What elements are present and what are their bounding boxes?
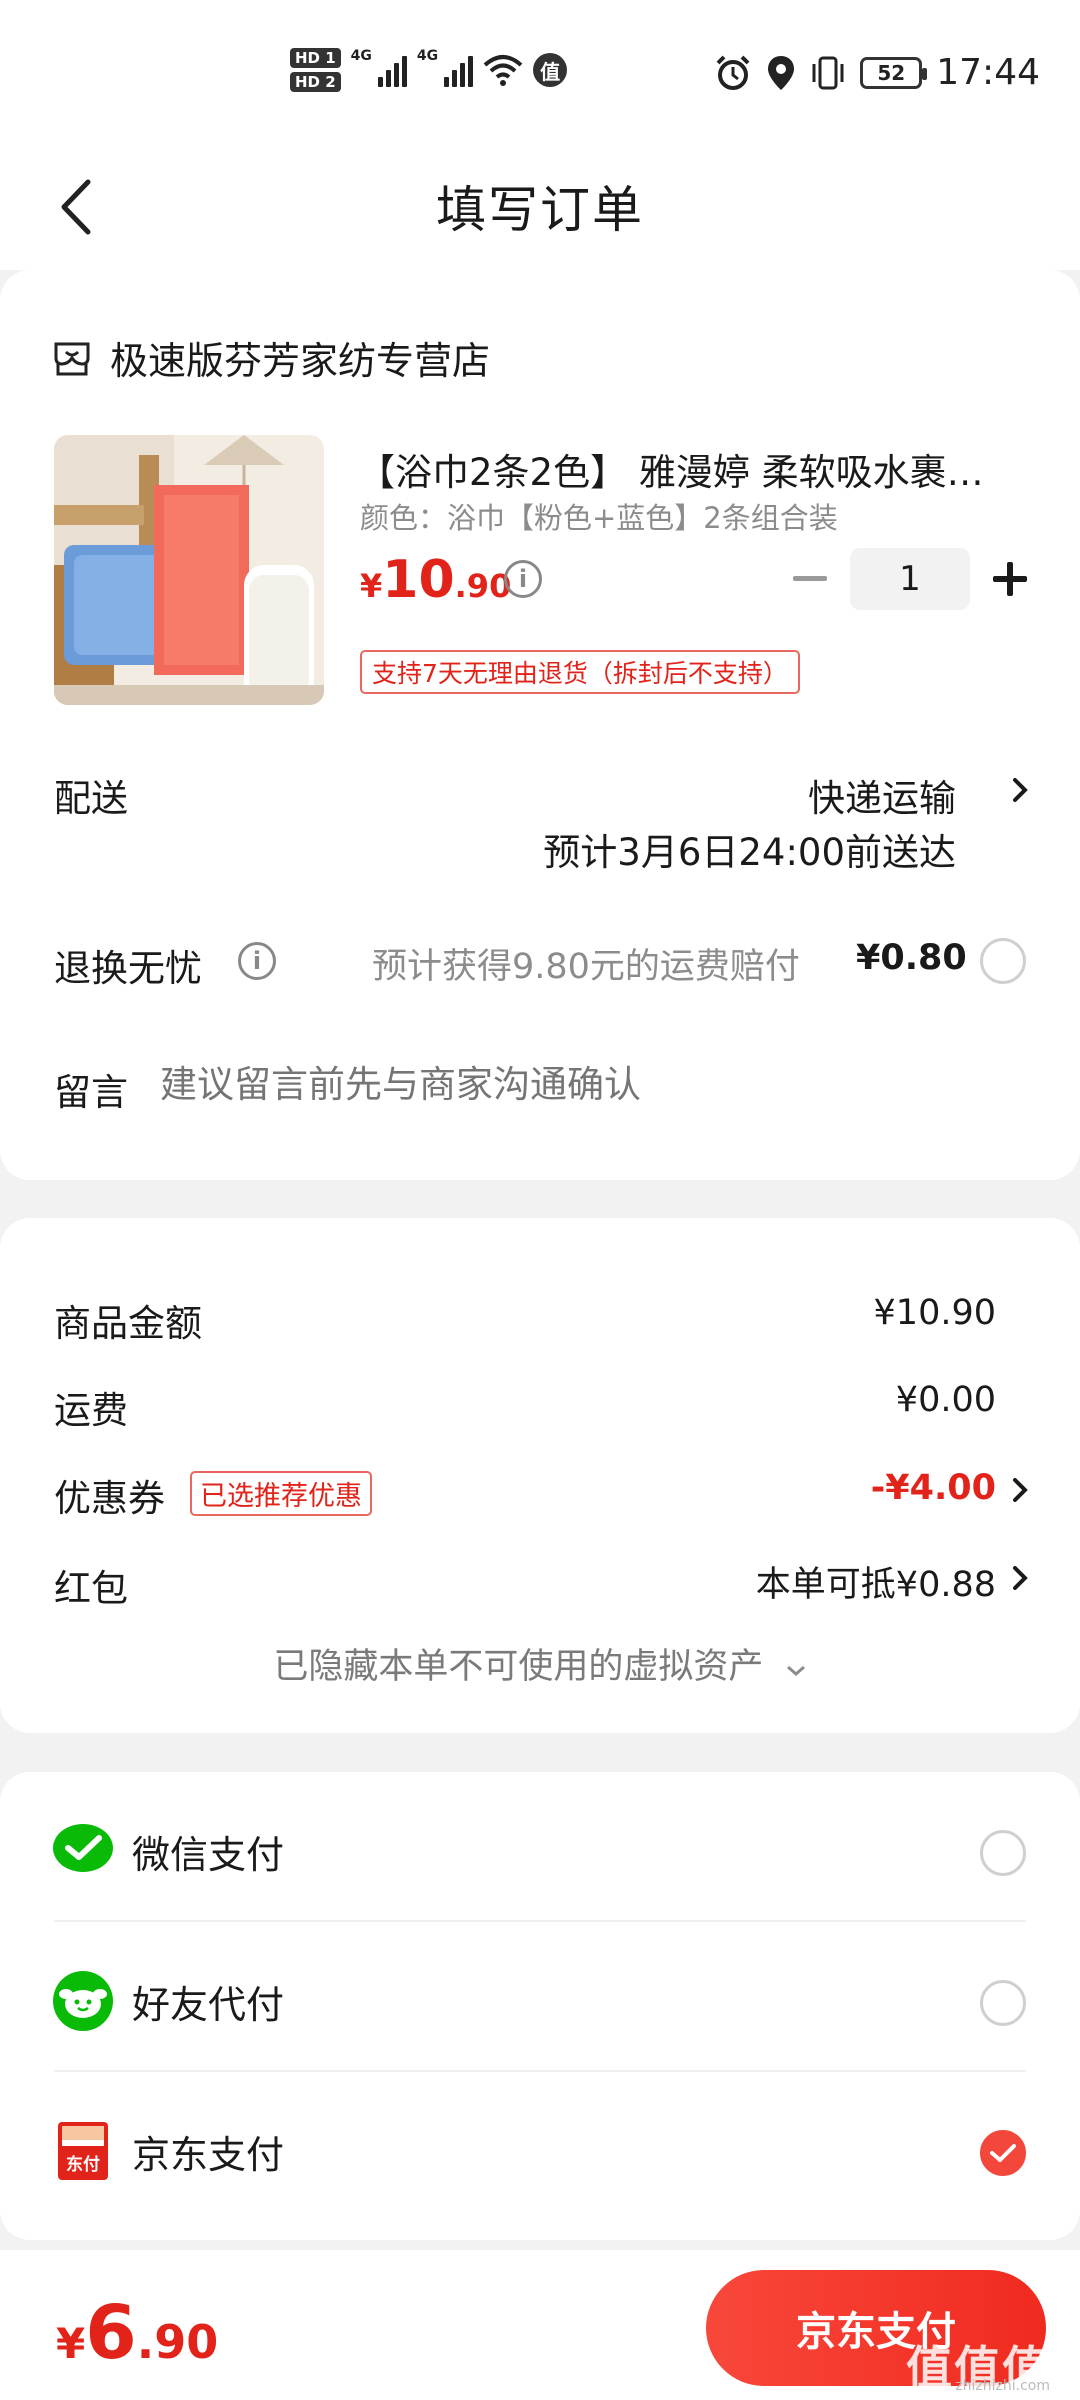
delivery-method[interactable]: 快递运输 [808, 768, 956, 822]
payment-methods-card: 微信支付 好友代付 东付 京东支付 [0, 1772, 1080, 2240]
bottom-bar: ¥6.90 京东支付 值值值 zhizhizhi.com [0, 2250, 1080, 2400]
status-bar: HD 1 HD 2 4G 4G 值 52 17:44 [0, 0, 1080, 150]
store-icon [54, 342, 90, 375]
watermark-url: zhizhizhi.com [955, 2378, 1050, 2394]
quantity-stepper: 1 [780, 548, 1040, 610]
return-policy-tag: 支持7天无理由退货（拆封后不支持） [360, 650, 800, 694]
price-currency: ¥ [360, 567, 383, 605]
store-header[interactable]: 极速版芬芳家纺专营店 [52, 330, 490, 385]
net1-label: 4G [350, 48, 372, 64]
product-price: ¥10.90 [360, 550, 511, 610]
app-notification-icon: 值 [533, 53, 568, 87]
checkmark-icon [990, 2144, 1016, 2162]
battery-icon: 52 [860, 56, 928, 89]
chevron-down-icon [786, 1665, 805, 1676]
price-integer: 10 [382, 550, 455, 610]
signal1-icon [377, 53, 407, 87]
status-left: HD 1 HD 2 4G 4G 值 [290, 48, 568, 92]
decrease-button[interactable] [780, 549, 840, 609]
total-integer: 6 [85, 2290, 137, 2376]
return-insurance-label: 退换无忧 [54, 947, 202, 990]
payment-radio-jd[interactable] [980, 2130, 1026, 2176]
price-summary-card: 商品金额 ¥10.90 运费 ¥0.00 优惠券 已选推荐优惠 -¥4.00 红… [0, 1218, 1080, 1733]
page-title: 填写订单 [436, 181, 644, 239]
jd-pay-icon: 东付 [58, 2122, 108, 2180]
message-label: 留言 [54, 1071, 128, 1114]
payment-radio-friend[interactable] [980, 1980, 1026, 2026]
payment-label-friend: 好友代付 [132, 1983, 285, 2027]
product-title[interactable]: 【浴巾2条2色】 雅漫婷 柔软吸水裹… [358, 442, 1038, 496]
return-insurance-radio[interactable] [980, 938, 1026, 984]
status-right: 52 17:44 [714, 52, 1040, 93]
payment-option-friend[interactable]: 好友代付 [0, 1922, 1080, 2072]
friend-pay-icon [53, 1971, 113, 2031]
return-insurance-desc: 预计获得9.80元的运费赔付 [372, 947, 800, 987]
coupon-label: 优惠券 [54, 1477, 165, 1520]
clock: 17:44 [936, 52, 1040, 93]
return-insurance-price: ¥0.80 [856, 938, 967, 978]
hd2-badge: HD 2 [290, 72, 341, 92]
header: 填写订单 [0, 150, 1080, 270]
hidden-assets-toggle[interactable]: 已隐藏本单不可使用的虚拟资产 [0, 1638, 1080, 1689]
plus-icon [993, 562, 1027, 596]
redpacket-chevron-icon[interactable] [1010, 1563, 1030, 1593]
payment-label-wechat: 微信支付 [132, 1833, 285, 1877]
product-image[interactable] [54, 435, 324, 705]
shipping-label: 运费 [54, 1389, 128, 1432]
payment-option-jd[interactable]: 东付 京东支付 [0, 2072, 1080, 2222]
alarm-icon [716, 55, 750, 90]
vibrate-icon [812, 56, 844, 89]
message-input[interactable] [160, 1054, 1020, 1114]
price-info-icon[interactable]: i [504, 560, 542, 598]
minus-icon [793, 576, 827, 581]
payment-radio-wechat[interactable] [980, 1830, 1026, 1876]
chevron-right-icon[interactable] [1010, 775, 1030, 805]
redpacket-label: 红包 [54, 1567, 128, 1610]
order-item-card: 极速版芬芳家纺专营店 【浴巾2条2色】 雅漫婷 柔软吸水裹… 颜色：浴巾【粉色+… [0, 270, 1080, 1180]
location-icon [768, 55, 795, 90]
hd1-badge: HD 1 [290, 48, 341, 68]
shipping-value: ¥0.00 [895, 1380, 996, 1420]
wifi-icon [483, 55, 523, 86]
goods-amount-label: 商品金额 [54, 1302, 202, 1345]
return-insurance-info-icon[interactable]: i [238, 942, 276, 980]
delivery-label: 配送 [54, 777, 128, 820]
jd-pay-icon-text: 东付 [66, 2154, 100, 2175]
coupon-tag: 已选推荐优惠 [190, 1471, 372, 1516]
store-name: 极速版芬芳家纺专营店 [110, 339, 491, 383]
total-price: ¥6.90 [56, 2290, 218, 2376]
coupon-chevron-icon[interactable] [1010, 1475, 1030, 1505]
payment-option-wechat[interactable]: 微信支付 [0, 1772, 1080, 1922]
increase-button[interactable] [980, 549, 1040, 609]
payment-label-jd: 京东支付 [132, 2133, 285, 2177]
product-spec[interactable]: 颜色：浴巾【粉色+蓝色】2条组合装 [360, 495, 838, 537]
hidden-assets-text: 已隐藏本单不可使用的虚拟资产 [273, 1647, 764, 1687]
battery-level: 52 [877, 60, 906, 85]
coupon-value[interactable]: -¥4.00 [871, 1468, 996, 1508]
net2-label: 4G [416, 48, 439, 64]
quantity-input[interactable]: 1 [850, 548, 970, 610]
goods-amount-value: ¥10.90 [873, 1293, 996, 1333]
price-decimal: .90 [454, 567, 512, 605]
redpacket-value[interactable]: 本单可抵¥0.88 [756, 1556, 996, 1607]
delivery-eta: 预计3月6日24:00前送达 [543, 831, 956, 874]
total-decimal: .90 [136, 2315, 219, 2369]
wechat-pay-icon [53, 1824, 113, 1872]
hd-indicators: HD 1 HD 2 [290, 48, 341, 92]
total-currency: ¥ [56, 2319, 86, 2368]
signal2-icon [444, 53, 474, 87]
